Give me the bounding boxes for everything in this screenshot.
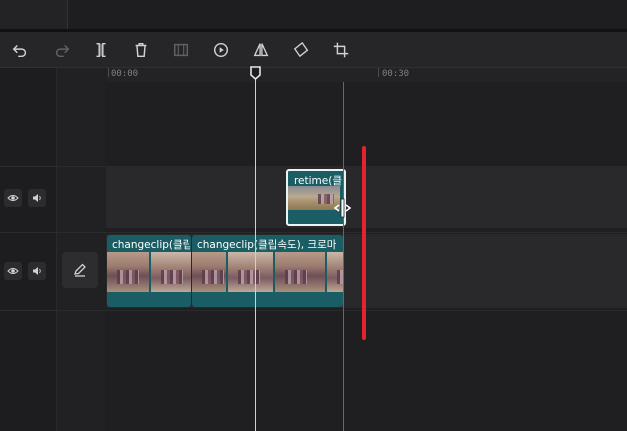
volume-icon bbox=[33, 194, 41, 202]
freeze-frame-button[interactable] bbox=[171, 40, 191, 60]
rotate-button[interactable] bbox=[291, 40, 311, 60]
ruler-tick bbox=[108, 68, 109, 77]
track-1-controls bbox=[0, 188, 52, 208]
ruler-label: 00:00 bbox=[111, 69, 139, 79]
clip-thumbnails bbox=[107, 252, 191, 292]
clip-thumbnail bbox=[107, 252, 149, 292]
play-circle-icon bbox=[213, 42, 229, 58]
track-2-controls bbox=[0, 261, 52, 281]
pencil-icon bbox=[74, 263, 86, 277]
row-divider bbox=[0, 232, 627, 233]
freeze-frame-icon bbox=[173, 43, 189, 57]
track-edit-column bbox=[57, 68, 105, 431]
play-clip-button[interactable] bbox=[211, 40, 231, 60]
drop-position-marker bbox=[362, 146, 366, 340]
clip-thumbnails bbox=[192, 252, 343, 292]
snap-guide-line bbox=[343, 82, 344, 431]
mirror-button[interactable] bbox=[251, 40, 271, 60]
video-clip[interactable]: changeclip(클립속도), 크로마 bbox=[192, 235, 343, 307]
preview-panel-edge bbox=[67, 0, 627, 29]
ruler-tick bbox=[378, 68, 379, 77]
clip-thumbnail bbox=[327, 252, 343, 292]
clip-thumbnail bbox=[228, 252, 273, 292]
eye-icon bbox=[7, 268, 19, 274]
undo-button[interactable] bbox=[10, 40, 30, 60]
ruler-label: 00:30 bbox=[382, 69, 410, 79]
clip-name: changeclip(클립속도), 크로마 bbox=[197, 239, 337, 251]
playhead-line[interactable] bbox=[255, 70, 256, 431]
rotate-icon bbox=[293, 41, 309, 58]
split-button[interactable] bbox=[91, 40, 111, 60]
playhead-handle[interactable] bbox=[250, 66, 261, 80]
clip-thumbnail bbox=[192, 252, 226, 292]
track-lane-1[interactable] bbox=[106, 166, 627, 228]
resize-cursor-icon bbox=[333, 198, 352, 218]
video-clip[interactable]: changeclip(클립 bbox=[107, 235, 191, 307]
timeline-toolbar bbox=[0, 32, 627, 68]
clip-thumbnail bbox=[275, 252, 325, 292]
mirror-icon bbox=[253, 43, 269, 57]
track-2-edit-button[interactable] bbox=[62, 252, 98, 288]
crop-button[interactable] bbox=[331, 40, 351, 60]
track-2-volume-toggle[interactable] bbox=[28, 262, 46, 280]
split-icon bbox=[96, 42, 106, 58]
time-ruler[interactable]: 00:00 00:30 bbox=[106, 68, 627, 82]
redo-button[interactable] bbox=[52, 40, 72, 60]
undo-icon bbox=[12, 44, 27, 58]
redo-icon bbox=[55, 44, 70, 58]
volume-icon bbox=[33, 267, 41, 275]
top-bar bbox=[0, 0, 627, 32]
row-divider bbox=[0, 310, 627, 311]
track-2-visibility-toggle[interactable] bbox=[4, 262, 22, 280]
crop-icon bbox=[333, 42, 349, 58]
track-header-column bbox=[0, 68, 57, 431]
track-1-visibility-toggle[interactable] bbox=[4, 189, 22, 207]
clip-thumbnail bbox=[151, 252, 191, 292]
delete-button[interactable] bbox=[131, 40, 151, 60]
track-1-volume-toggle[interactable] bbox=[28, 189, 46, 207]
eye-icon bbox=[7, 195, 19, 201]
trash-icon bbox=[135, 42, 147, 58]
clip-name: changeclip(클립 bbox=[112, 239, 190, 251]
